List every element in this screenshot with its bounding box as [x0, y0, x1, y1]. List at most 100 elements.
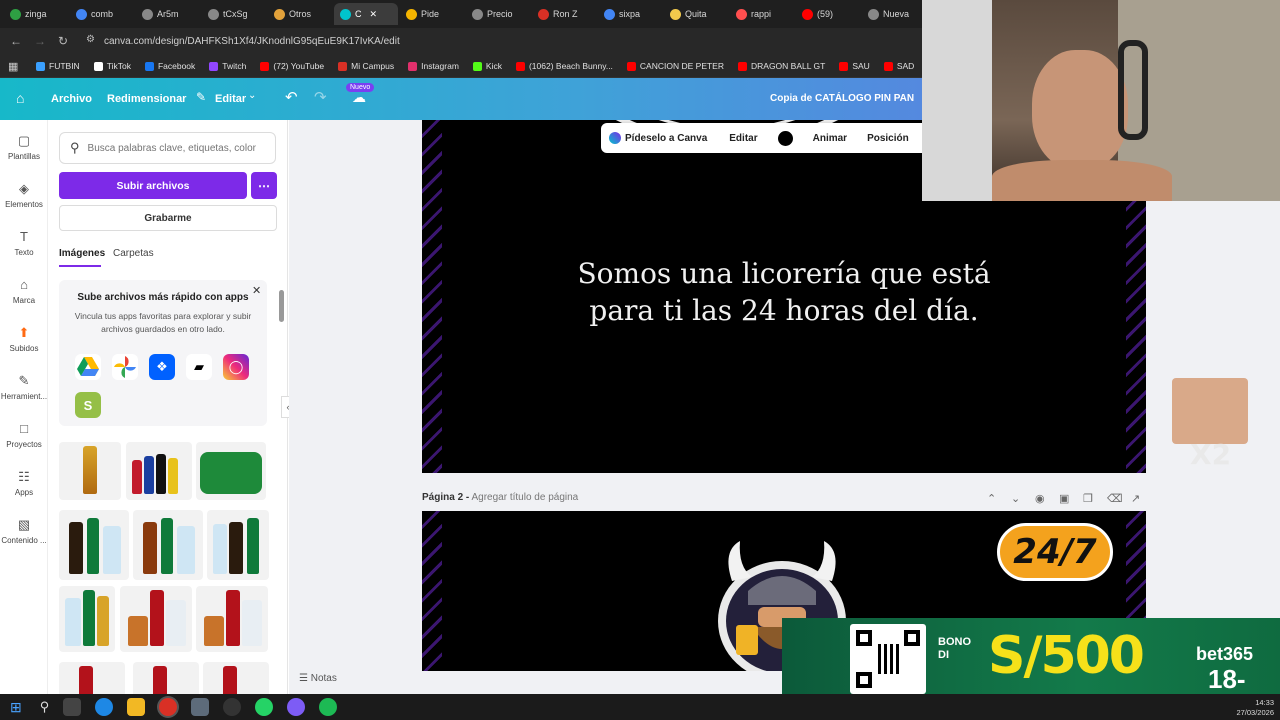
- chevron-down-icon[interactable]: ⌄: [248, 90, 256, 101]
- folder-icon[interactable]: [127, 698, 146, 716]
- browser-tab[interactable]: C ✕: [334, 3, 398, 25]
- windows-start-icon[interactable]: ⊞: [10, 699, 22, 716]
- browser-tab[interactable]: comb: [70, 3, 134, 25]
- browser-tab[interactable]: Nueva: [862, 3, 926, 25]
- rail-item[interactable]: ◈ Elementos: [0, 182, 48, 210]
- browser-tab[interactable]: Precio: [466, 3, 530, 25]
- capcut-icon[interactable]: ▰: [186, 354, 212, 380]
- search-icon[interactable]: ⚲: [40, 699, 50, 715]
- hide-page-icon[interactable]: ◉: [1035, 492, 1045, 505]
- chevron-up-icon[interactable]: ⌃: [987, 492, 996, 505]
- close-tab-icon[interactable]: ✕: [370, 9, 378, 20]
- bookmark-item[interactable]: Facebook: [144, 61, 195, 71]
- browser-tab[interactable]: rappi: [730, 3, 794, 25]
- resize-menu[interactable]: Redimensionar: [107, 93, 186, 105]
- file-explorer-icon[interactable]: [63, 698, 82, 716]
- share-icon[interactable]: ↗: [1131, 492, 1140, 505]
- bookmark-item[interactable]: SAU: [839, 61, 870, 71]
- rail-item[interactable]: ▢ Plantillas: [0, 134, 48, 162]
- edit-menu[interactable]: Editar: [215, 93, 246, 105]
- upload-thumbnail[interactable]: [203, 662, 269, 694]
- google-drive-icon[interactable]: [75, 354, 101, 380]
- duplicate-icon[interactable]: ❐: [1083, 492, 1093, 505]
- bookmark-item[interactable]: Instagram: [408, 61, 459, 71]
- ask-canva-button[interactable]: Pídeselo a Canva: [625, 133, 707, 144]
- browser-tab[interactable]: Pide: [400, 3, 464, 25]
- tab-images[interactable]: Imágenes: [59, 248, 105, 259]
- app-icon[interactable]: [287, 698, 306, 716]
- lock-icon[interactable]: ▣: [1059, 492, 1069, 505]
- panel-scrollbar[interactable]: [279, 290, 284, 322]
- redo-icon[interactable]: ↷: [314, 88, 327, 106]
- upload-thumbnail[interactable]: [196, 586, 268, 652]
- undo-icon[interactable]: ↶: [285, 88, 298, 106]
- upload-thumbnail[interactable]: [207, 510, 269, 580]
- browser-tab[interactable]: tCxSg: [202, 3, 266, 25]
- bookmark-item[interactable]: FUTBIN: [36, 61, 80, 71]
- apps-grid-icon[interactable]: ▦: [8, 60, 18, 73]
- browser-tab[interactable]: (59): [796, 3, 860, 25]
- rail-item[interactable]: ⬆ Subidos: [0, 326, 48, 354]
- chevron-down-icon[interactable]: ⌄: [1011, 492, 1020, 505]
- bookmark-item[interactable]: SAD: [883, 61, 914, 71]
- bookmark-item[interactable]: TikTok: [93, 61, 131, 71]
- url-field[interactable]: canva.com/design/DAHFKSh1Xf4/JKnodnlG95q…: [104, 36, 400, 47]
- bookmark-item[interactable]: (1062) Beach Bunny...: [515, 61, 613, 71]
- browser-tab[interactable]: zinga: [4, 3, 68, 25]
- edge-icon[interactable]: [95, 698, 114, 716]
- browser-tab[interactable]: sixpa: [598, 3, 662, 25]
- instagram-icon[interactable]: ◯: [223, 354, 249, 380]
- upload-thumbnail[interactable]: [59, 442, 121, 500]
- rail-item[interactable]: T Texto: [0, 230, 48, 258]
- forward-icon[interactable]: →: [34, 34, 46, 48]
- upload-thumbnail[interactable]: [59, 510, 129, 580]
- upload-thumbnail[interactable]: [133, 510, 203, 580]
- upload-thumbnail[interactable]: [196, 442, 266, 500]
- rail-item[interactable]: ☷ Apps: [0, 470, 48, 498]
- rail-item[interactable]: ✎ Herramient...: [0, 374, 48, 402]
- add-page-title[interactable]: Agregar título de página: [471, 492, 578, 503]
- trash-icon[interactable]: ⌫: [1107, 492, 1123, 505]
- color-swatch[interactable]: [777, 130, 793, 146]
- browser-tab[interactable]: Quita: [664, 3, 728, 25]
- spotify-icon[interactable]: [319, 698, 338, 716]
- edit-button[interactable]: Editar: [729, 133, 757, 144]
- bookmark-item[interactable]: Mi Campus: [338, 61, 394, 71]
- upload-thumbnail[interactable]: [59, 586, 115, 652]
- slogan-text[interactable]: Somos una licorería que está para ti las…: [572, 255, 996, 329]
- app-icon[interactable]: [191, 698, 210, 716]
- google-photos-icon[interactable]: [112, 354, 138, 380]
- browser-tab[interactable]: Ar5m: [136, 3, 200, 25]
- browser-tab[interactable]: Otros: [268, 3, 332, 25]
- home-icon[interactable]: ⌂: [16, 90, 24, 106]
- reload-icon[interactable]: ↻: [58, 34, 68, 48]
- search-box[interactable]: ⚲: [59, 132, 276, 164]
- more-options-button[interactable]: ⋯: [251, 172, 277, 199]
- bookmark-item[interactable]: (72) YouTube: [260, 61, 324, 71]
- chrome-icon[interactable]: [159, 698, 178, 716]
- back-icon[interactable]: ←: [10, 34, 22, 48]
- upload-files-button[interactable]: Subir archivos: [59, 172, 247, 199]
- search-input[interactable]: [87, 142, 258, 154]
- record-yourself-button[interactable]: Grabarme: [59, 205, 277, 231]
- tab-folders[interactable]: Carpetas: [113, 248, 154, 259]
- site-info-icon[interactable]: ⚙: [86, 34, 95, 45]
- dropbox-icon[interactable]: ❖: [149, 354, 175, 380]
- rail-item[interactable]: □ Proyectos: [0, 422, 48, 450]
- system-clock[interactable]: 14:33 27/03/2026: [1236, 698, 1274, 718]
- bookmark-item[interactable]: DRAGON BALL GT: [738, 61, 825, 71]
- bookmark-item[interactable]: CANCION DE PETER: [626, 61, 724, 71]
- rail-item[interactable]: ▧ Contenido ...: [0, 518, 48, 546]
- position-button[interactable]: Posición: [867, 133, 909, 144]
- whatsapp-icon[interactable]: [255, 698, 274, 716]
- upload-thumbnail[interactable]: [120, 586, 192, 652]
- file-menu[interactable]: Archivo: [51, 93, 92, 105]
- upload-thumbnail[interactable]: [59, 662, 125, 694]
- browser-tab[interactable]: Ron Z: [532, 3, 596, 25]
- upload-thumbnail[interactable]: [126, 442, 192, 500]
- rail-item[interactable]: ⌂ Marca: [0, 278, 48, 306]
- animate-button[interactable]: Animar: [813, 133, 847, 144]
- upload-thumbnail[interactable]: [133, 662, 199, 694]
- obs-icon[interactable]: [223, 698, 242, 716]
- design-title[interactable]: Copia de CATÁLOGO PIN PAN: [770, 93, 914, 104]
